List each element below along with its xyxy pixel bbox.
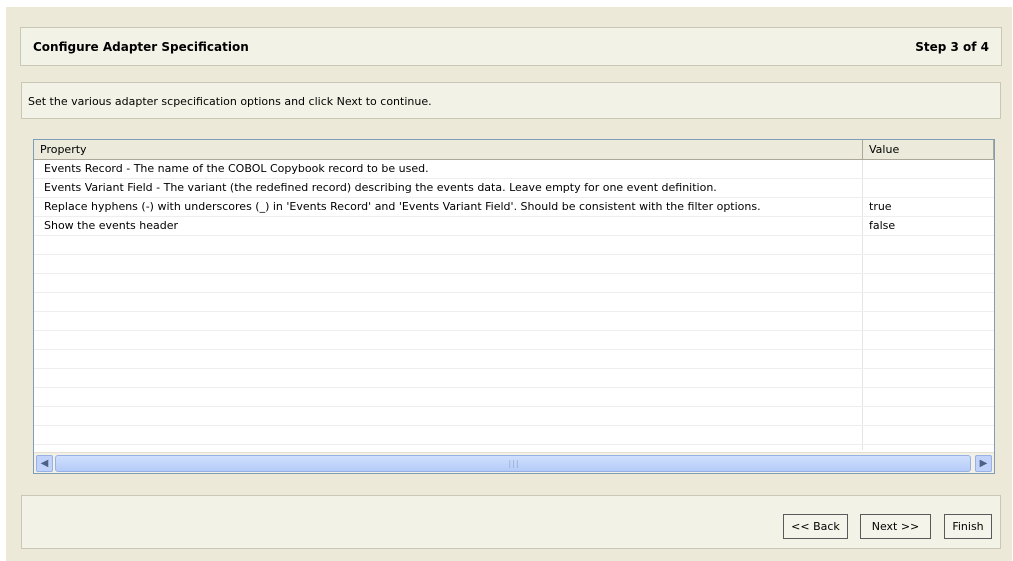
scrollbar-thumb[interactable]: ||| xyxy=(55,455,971,472)
table-row-empty xyxy=(34,312,994,331)
finish-button[interactable]: Finish xyxy=(944,514,992,539)
scrollbar-grip-icon: ||| xyxy=(508,459,520,468)
horizontal-scrollbar[interactable]: ◀ ||| ▶ xyxy=(34,452,994,473)
step-indicator: Step 3 of 4 xyxy=(915,40,989,54)
scroll-left-arrow-icon[interactable]: ◀ xyxy=(36,455,53,472)
table-row-empty xyxy=(34,350,994,369)
back-button[interactable]: << Back xyxy=(783,514,848,539)
table-row[interactable]: Replace hyphens (-) with underscores (_)… xyxy=(34,198,994,217)
table-row-empty xyxy=(34,274,994,293)
table-body: Events Record - The name of the COBOL Co… xyxy=(34,160,994,445)
wizard-header: Configure Adapter Specification Step 3 o… xyxy=(20,27,1002,66)
column-header-value[interactable]: Value xyxy=(863,140,994,159)
table-row-empty xyxy=(34,293,994,312)
value-cell[interactable]: false xyxy=(869,217,989,235)
column-header-property[interactable]: Property xyxy=(34,140,863,159)
table-row-empty xyxy=(34,426,994,445)
property-cell: Replace hyphens (-) with underscores (_)… xyxy=(44,200,761,213)
table-row[interactable]: Events Variant Field - The variant (the … xyxy=(34,179,994,198)
page-title: Configure Adapter Specification xyxy=(33,40,249,54)
property-cell: Events Variant Field - The variant (the … xyxy=(44,181,717,194)
table-row-empty xyxy=(34,407,994,426)
scroll-right-arrow-icon[interactable]: ▶ xyxy=(975,455,992,472)
property-cell: Show the events header xyxy=(44,219,179,232)
table-row-empty xyxy=(34,331,994,350)
table-row[interactable]: Show the events header false xyxy=(34,217,994,236)
table-row-empty xyxy=(34,255,994,274)
property-table: Property Value Events Record - The name … xyxy=(33,139,995,474)
property-cell: Events Record - The name of the COBOL Co… xyxy=(44,162,429,175)
next-button[interactable]: Next >> xyxy=(860,514,931,539)
wizard-footer: << Back Next >> Finish xyxy=(21,495,1001,549)
instructions-panel: Set the various adapter scpecification o… xyxy=(21,82,1001,119)
table-row-empty xyxy=(34,388,994,407)
table-row-empty xyxy=(34,369,994,388)
value-cell[interactable] xyxy=(869,179,989,197)
instructions-text: Set the various adapter scpecification o… xyxy=(28,95,432,108)
value-cell[interactable]: true xyxy=(869,198,989,216)
table-row[interactable]: Events Record - The name of the COBOL Co… xyxy=(34,160,994,179)
table-row-empty xyxy=(34,236,994,255)
value-cell[interactable] xyxy=(869,160,989,178)
table-header: Property Value xyxy=(34,140,994,160)
